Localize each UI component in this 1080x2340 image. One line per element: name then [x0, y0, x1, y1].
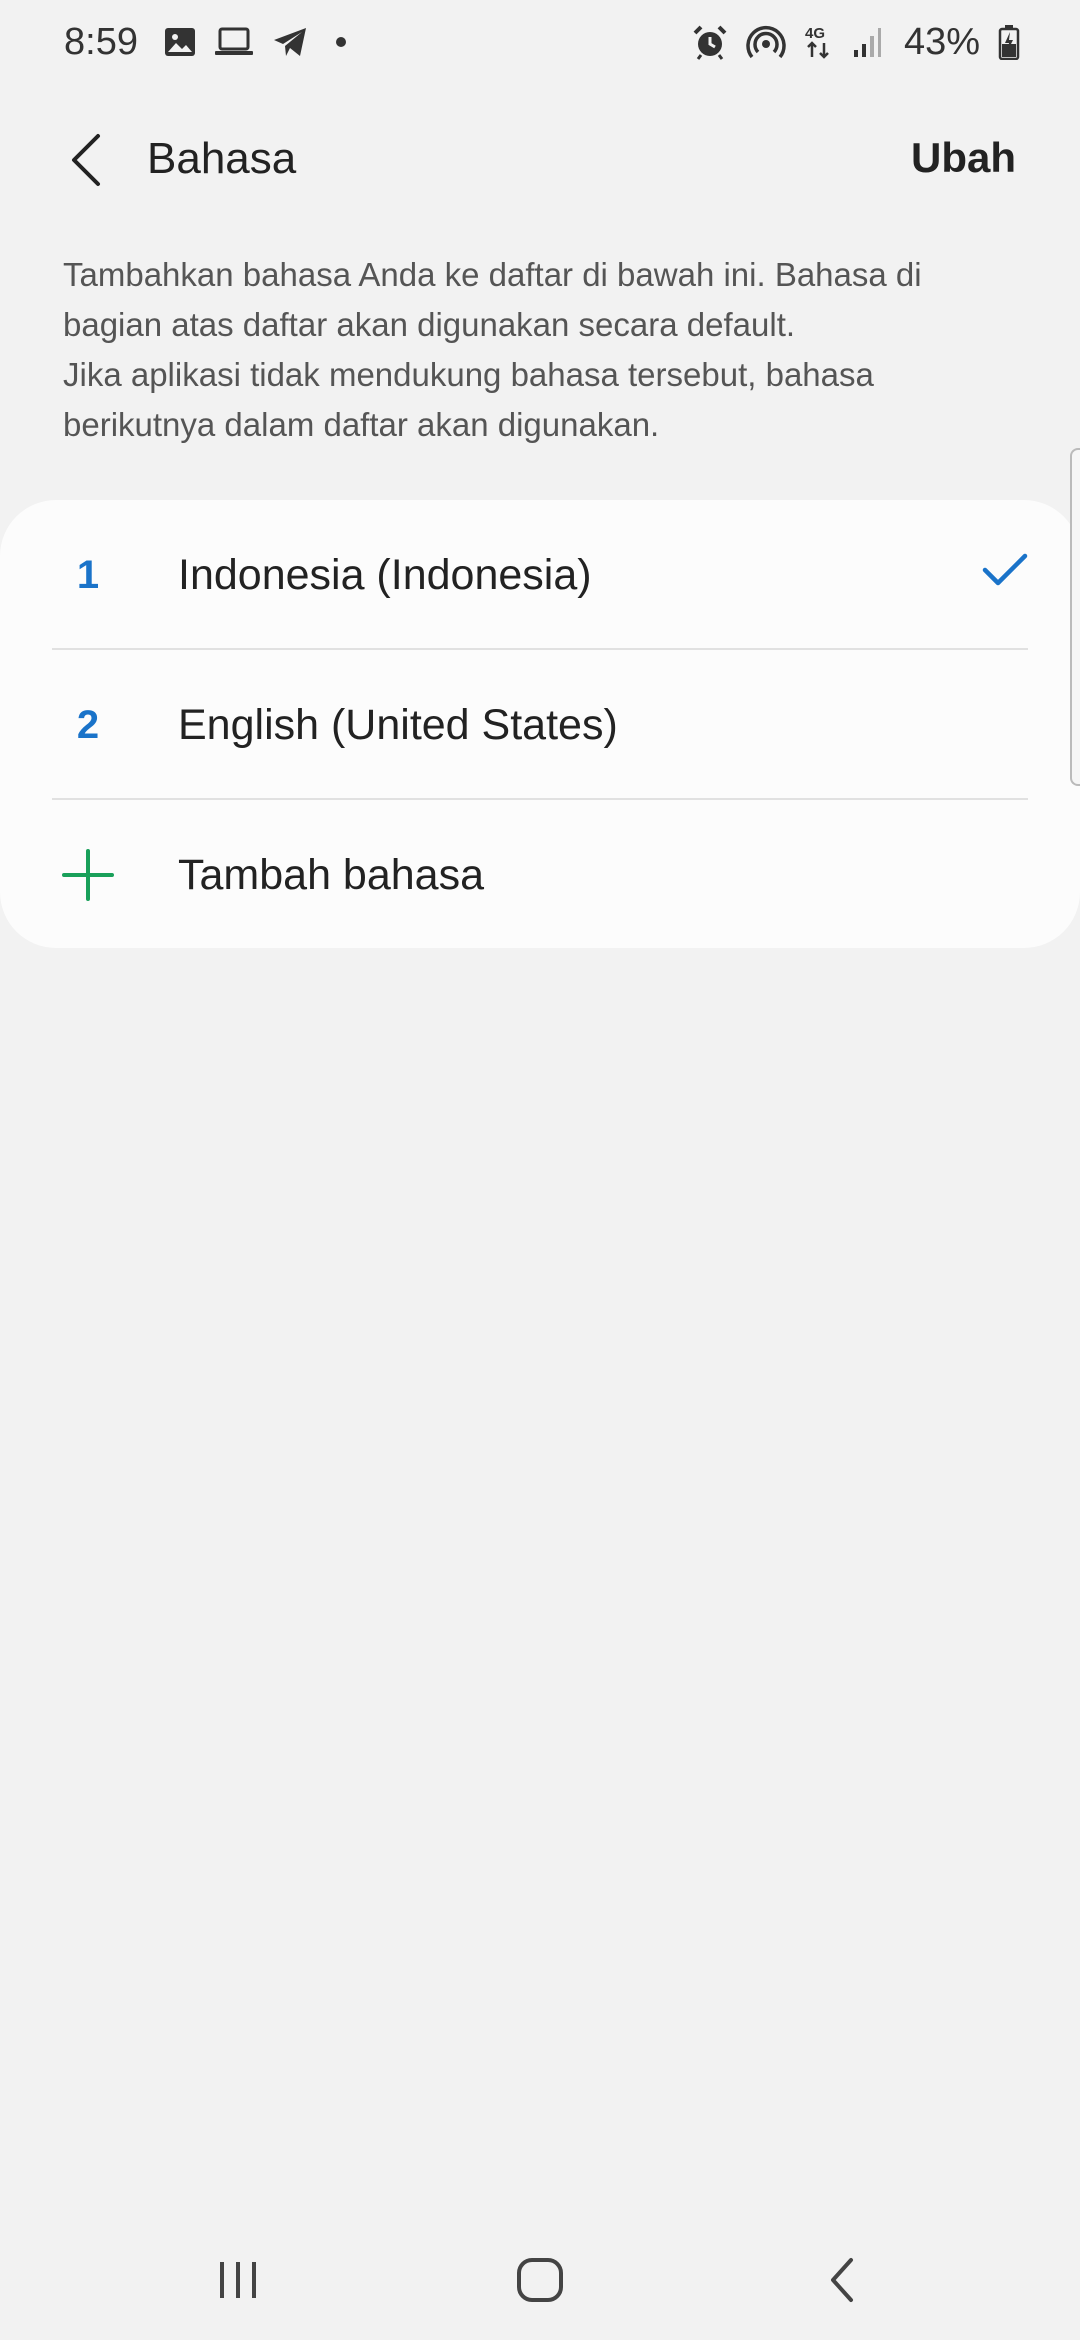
recent-apps-button[interactable] [198, 2250, 278, 2310]
alarm-icon [692, 24, 728, 60]
battery-charging-icon [998, 24, 1020, 60]
status-bar: 8:59 4G 43% [0, 0, 1080, 84]
home-button[interactable] [500, 2250, 580, 2310]
add-language-label: Tambah bahasa [178, 850, 484, 899]
page-title: Bahasa [147, 134, 297, 183]
back-icon [831, 2258, 853, 2302]
edit-button[interactable]: Ubah [911, 134, 1016, 182]
back-button[interactable] [56, 130, 116, 190]
language-item[interactable]: 1 Indonesia (Indonesia) [0, 500, 1080, 650]
app-bar: Bahasa Ubah [0, 110, 1080, 210]
notification-dot [335, 37, 346, 47]
language-number: 2 [76, 702, 100, 747]
status-left: 8:59 [64, 21, 346, 64]
nav-back-button[interactable] [802, 2250, 882, 2310]
plus-icon [62, 849, 114, 906]
status-right: 4G 43% [692, 21, 1020, 64]
home-icon [517, 2258, 563, 2302]
language-label: Indonesia (Indonesia) [178, 550, 592, 599]
laptop-icon [214, 27, 254, 57]
description-text-1: Tambahkan bahasa Anda ke daftar di bawah… [63, 256, 922, 343]
language-label: English (United States) [178, 700, 618, 749]
scrollbar[interactable] [1070, 448, 1080, 786]
signal-icon [852, 26, 882, 58]
check-icon [982, 552, 1028, 593]
hotspot-icon [746, 24, 786, 60]
language-item[interactable]: 2 English (United States) [0, 650, 1080, 800]
svg-text:4G: 4G [805, 25, 825, 42]
telegram-icon [272, 26, 308, 58]
language-number: 1 [76, 552, 100, 597]
gallery-icon [164, 27, 196, 57]
4g-icon: 4G [804, 23, 834, 61]
recent-apps-icon [220, 2262, 256, 2298]
language-list: 1 Indonesia (Indonesia) 2 English (Unite… [0, 500, 1080, 948]
add-language-button[interactable]: Tambah bahasa [0, 800, 1080, 950]
chevron-left-icon [72, 134, 100, 186]
description: Tambahkan bahasa Anda ke daftar di bawah… [63, 250, 1023, 450]
battery-percent: 43% [903, 20, 980, 63]
description-text-2: Jika aplikasi tidak mendukung bahasa ter… [63, 356, 874, 443]
navigation-bar [0, 2220, 1080, 2340]
status-time: 8:59 [64, 20, 138, 63]
